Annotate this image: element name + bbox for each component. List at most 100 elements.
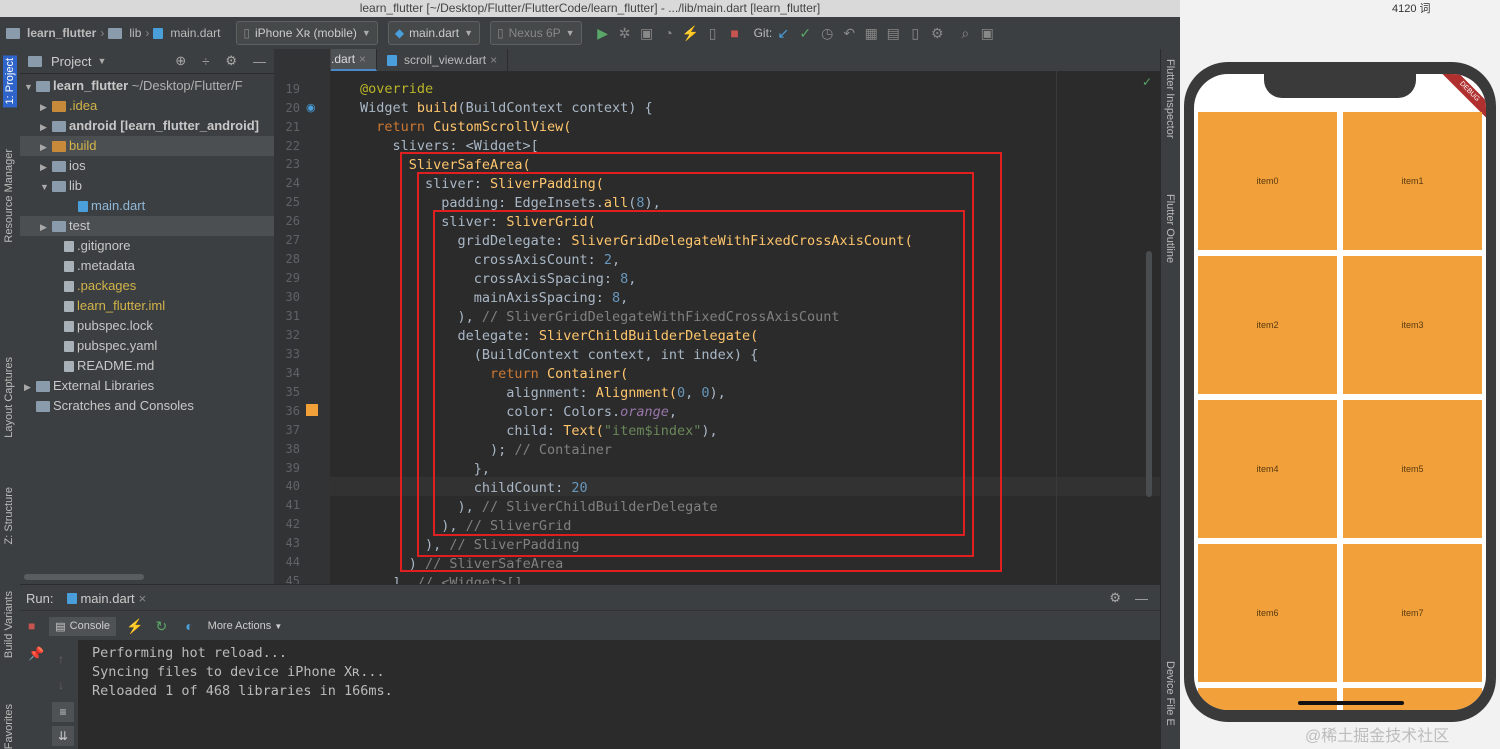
grid-item-partial[interactable] <box>1343 688 1482 710</box>
code-editor[interactable]: ✓ @override Widget build(BuildContext co… <box>330 71 1160 584</box>
project-view-selector[interactable]: Project <box>51 54 91 69</box>
console-output[interactable]: Performing hot reload... Syncing files t… <box>78 640 1160 749</box>
sync-icon[interactable]: ⚙ <box>926 25 948 42</box>
devtools-icon[interactable]: ◐ <box>185 618 193 634</box>
pin-icon[interactable]: 📌 <box>28 646 44 662</box>
hot-restart-icon[interactable]: ▯ <box>702 25 724 42</box>
tool-window-project[interactable]: 1: Project <box>3 55 17 108</box>
grid-item[interactable]: item6 <box>1198 544 1337 682</box>
settings-icon[interactable]: ▣ <box>976 25 998 42</box>
close-icon[interactable]: × <box>490 53 497 67</box>
tree-item[interactable]: learn_flutter.iml <box>20 296 274 316</box>
debug-icon[interactable]: ✲ <box>614 25 636 42</box>
scratches-icon <box>36 401 50 413</box>
emulator-selector[interactable]: ▯ Nexus 6P ▼ <box>490 21 582 45</box>
arrow-up-icon[interactable]: ↑ <box>58 652 64 666</box>
grid-item[interactable]: item5 <box>1343 400 1482 538</box>
gear-icon[interactable]: ⚙ <box>225 53 237 69</box>
git-commit-icon[interactable]: ✓ <box>794 25 816 42</box>
tool-window-build-variants[interactable]: Build Variants <box>3 591 15 658</box>
project-panel-header: Project ▼ ⊕ ÷ ⚙ — <box>20 49 274 74</box>
phone-screen[interactable]: DEBUG item0 item1 item2 item3 item4 item… <box>1194 74 1486 710</box>
close-icon[interactable]: × <box>139 591 147 606</box>
tree-item[interactable]: ▶ build <box>20 136 274 156</box>
tree-item[interactable]: .gitignore <box>20 236 274 256</box>
breadcrumb-file[interactable]: main.dart <box>170 26 220 40</box>
breadcrumb-lib[interactable]: lib <box>129 26 141 40</box>
grid-item[interactable]: item3 <box>1343 256 1482 394</box>
gear-icon[interactable]: ⚙ <box>1109 590 1121 606</box>
stop-icon[interactable]: ■ <box>724 25 746 41</box>
tab-scroll-view-dart[interactable]: scroll_view.dart × <box>377 49 509 71</box>
hide-icon[interactable]: — <box>253 54 266 69</box>
grid-item[interactable]: item0 <box>1198 112 1337 250</box>
locate-icon[interactable]: ⊕ <box>175 53 186 69</box>
tree-item-label: README.md <box>77 358 155 373</box>
console-tab[interactable]: ▤ Console <box>49 616 117 636</box>
collapse-icon[interactable]: ÷ <box>202 54 209 69</box>
tree-item[interactable]: main.dart <box>20 196 274 216</box>
line-number: 34 <box>285 366 300 380</box>
run-icon[interactable]: ▶ <box>592 25 614 42</box>
avd-manager-icon[interactable]: ▯ <box>904 25 926 42</box>
project-structure-icon[interactable]: ▦ <box>860 25 882 42</box>
grid-item[interactable]: item2 <box>1198 256 1337 394</box>
tree-item[interactable]: ▶ External Libraries <box>20 376 274 396</box>
tool-window-flutter-inspector[interactable]: Flutter Inspector <box>1164 59 1176 138</box>
git-update-icon[interactable]: ↙ <box>772 25 794 42</box>
stop-icon[interactable]: ■ <box>28 619 35 633</box>
tree-item[interactable]: ▶ .idea <box>20 96 274 116</box>
grid-item-partial[interactable] <box>1198 688 1337 710</box>
home-indicator[interactable] <box>1298 701 1404 705</box>
tool-window-flutter-outline[interactable]: Flutter Outline <box>1164 194 1176 263</box>
hot-reload-icon[interactable]: ⚡ <box>126 618 143 635</box>
hide-icon[interactable]: — <box>1135 591 1148 606</box>
chevron-down-icon: ▼ <box>565 28 575 38</box>
history-icon[interactable]: ◷ <box>816 25 838 42</box>
tree-item[interactable]: ▶ android [learn_flutter_android] <box>20 116 274 136</box>
tree-item[interactable]: .packages <box>20 276 274 296</box>
soft-wrap-icon[interactable]: ≡ <box>52 702 74 722</box>
breadcrumb-project[interactable]: learn_flutter <box>27 26 96 40</box>
tool-window-device-file-explorer[interactable]: Device File E <box>1164 661 1176 726</box>
tool-window-favorites[interactable]: Favorites <box>3 704 15 749</box>
run-tab-main-dart[interactable]: main.dart <box>80 591 134 606</box>
grid-item[interactable]: item1 <box>1343 112 1482 250</box>
override-marker-icon[interactable]: ◉ <box>306 101 316 114</box>
tree-item[interactable]: ▼ learn_flutter ~/Desktop/Flutter/F <box>20 76 274 96</box>
revert-icon[interactable]: ↶ <box>838 25 860 42</box>
tree-item[interactable]: Scratches and Consoles <box>20 396 274 416</box>
tree-item[interactable]: ▶ test <box>20 216 274 236</box>
tree-item[interactable]: README.md <box>20 356 274 376</box>
grid-item[interactable]: item7 <box>1343 544 1482 682</box>
more-actions-button[interactable]: More Actions ▼ <box>208 620 283 632</box>
hot-reload-icon[interactable]: ⚡ <box>680 25 702 42</box>
tool-window-structure[interactable]: Z: Structure <box>3 487 15 544</box>
tree-item[interactable]: .metadata <box>20 256 274 276</box>
tool-window-layout-captures[interactable]: Layout Captures <box>3 357 15 438</box>
chevron-down-icon: ▼ <box>97 56 107 66</box>
horizontal-scrollbar[interactable] <box>24 574 144 580</box>
close-icon[interactable]: × <box>359 52 366 66</box>
grid-item[interactable]: item4 <box>1198 400 1337 538</box>
tree-item[interactable]: pubspec.yaml <box>20 336 274 356</box>
right-tool-strip: Flutter Inspector Flutter Outline Device… <box>1160 49 1180 749</box>
arrow-down-icon[interactable]: ↓ <box>58 678 64 692</box>
vertical-scrollbar[interactable] <box>1146 251 1152 497</box>
color-swatch-icon[interactable] <box>306 404 318 416</box>
scroll-to-end-icon[interactable]: ⇊ <box>52 726 74 746</box>
coverage-icon[interactable]: ▣ <box>636 25 658 42</box>
tree-item[interactable]: ▼ lib <box>20 176 274 196</box>
more-actions-label: More Actions <box>207 620 272 632</box>
tree-item-label: .metadata <box>77 258 135 273</box>
tree-item[interactable]: ▶ ios <box>20 156 274 176</box>
collapsed-arrow-icon: ▶ <box>40 102 47 112</box>
device-selector[interactable]: ▯ iPhone Xʀ (mobile) ▼ <box>236 21 378 45</box>
profile-icon[interactable]: ◔ <box>658 25 680 41</box>
hot-restart-icon[interactable]: ↻ <box>155 618 167 635</box>
search-icon[interactable]: ⌕ <box>954 25 976 42</box>
sdk-manager-icon[interactable]: ▤ <box>882 25 904 42</box>
tree-item[interactable]: pubspec.lock <box>20 316 274 336</box>
run-config-selector[interactable]: ◆ main.dart ▼ <box>387 21 481 45</box>
tool-window-resource-manager[interactable]: Resource Manager <box>3 149 15 243</box>
